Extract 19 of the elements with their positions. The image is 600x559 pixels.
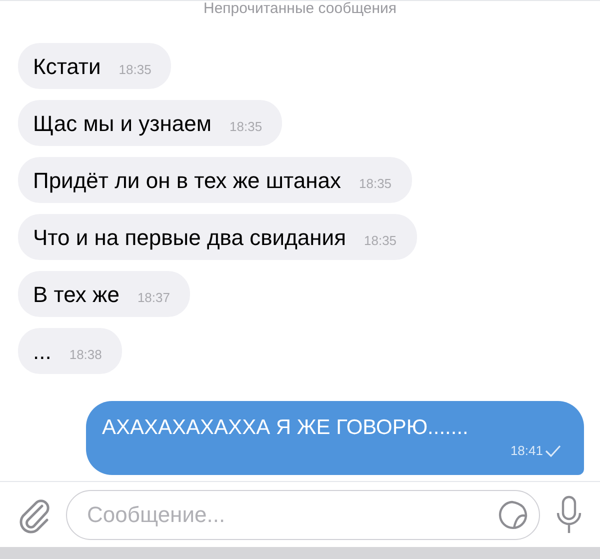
message-time: 18:35	[364, 232, 397, 250]
message-time: 18:35	[230, 118, 262, 136]
message-text: Придёт ли он в тех же штанах	[33, 166, 341, 195]
microphone-icon[interactable]	[554, 494, 584, 534]
message-time: 18:35	[359, 175, 392, 194]
message-text: ...	[33, 338, 52, 366]
message-time: 18:38	[69, 346, 102, 364]
message-text: Что и на первые два свидания	[33, 224, 346, 252]
message-text: Кстати	[33, 52, 101, 80]
unread-divider: Непрочитанные сообщения	[204, 1, 396, 16]
message-input[interactable]: Сообщение...	[87, 498, 497, 531]
message-field[interactable]: Сообщение...	[66, 490, 540, 540]
sticker-icon[interactable]	[497, 498, 529, 530]
message-text: Щас мы и узнаем	[33, 110, 212, 138]
message-text: АХАХАХАХАХХА Я ЖЕ ГОВОРЮ.......	[102, 415, 470, 441]
message-time: 18:41	[510, 442, 543, 460]
message-text: В тех же	[33, 280, 120, 308]
message-time: 18:37	[137, 289, 170, 308]
message-time: 18:35	[118, 61, 152, 80]
